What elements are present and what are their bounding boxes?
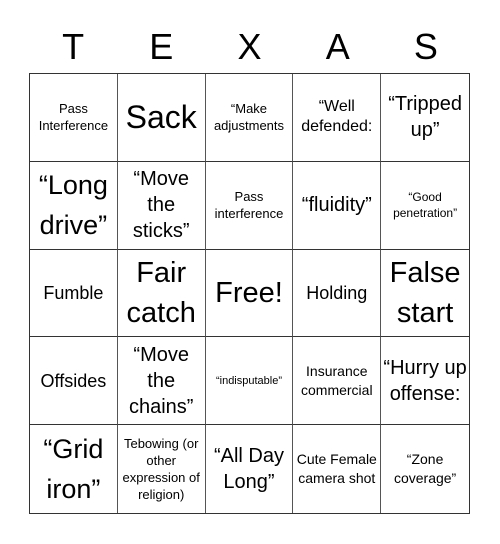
bingo-cell[interactable]: Offsides: [30, 337, 118, 426]
bingo-cell-text: “All Day Long”: [213, 445, 284, 494]
bingo-cell[interactable]: Insurance commercial: [293, 337, 382, 426]
bingo-cell[interactable]: “Zone coverage”: [381, 425, 469, 513]
bingo-cell-text: Insurance commercial: [301, 362, 373, 398]
bingo-cell-text: “Grid iron”: [43, 434, 104, 505]
bingo-cell[interactable]: Holding: [293, 249, 382, 338]
bingo-cell-text: Tebowing (or other expression of religio…: [122, 436, 200, 503]
bingo-cell[interactable]: Cute Female camera shot: [293, 425, 382, 513]
bingo-cell[interactable]: Pass Interference: [30, 74, 118, 162]
bingo-cell[interactable]: “Tripped up”: [381, 74, 469, 162]
bingo-cell[interactable]: “indisputable”: [205, 337, 294, 426]
bingo-cell-text: Fair catch: [126, 256, 196, 329]
bingo-cell-text: “Good penetration”: [393, 190, 458, 221]
bingo-cell-text: Holding: [306, 282, 368, 303]
bingo-cell-text: Pass interference: [214, 189, 284, 222]
bingo-cell-text: “Well defended:: [301, 98, 373, 136]
header-letter: X: [237, 26, 262, 67]
bingo-cell-text: Sack: [125, 99, 197, 136]
bingo-cell-text: Free!: [215, 276, 283, 309]
bingo-cell[interactable]: “Move the chains”: [117, 337, 206, 426]
bingo-cell[interactable]: “Move the sticks”: [117, 161, 206, 250]
bingo-cell[interactable]: “Grid iron”: [30, 425, 118, 513]
bingo-cell-text: “fluidity”: [301, 194, 372, 217]
bingo-cell[interactable]: Fumble: [30, 249, 118, 338]
bingo-cell-text: False start: [389, 256, 461, 329]
bingo-cell-text: “indisputable”: [215, 374, 283, 387]
header-letter: E: [149, 26, 174, 67]
bingo-cell-text: Offsides: [40, 370, 107, 391]
bingo-cell[interactable]: “Long drive”: [30, 161, 118, 250]
bingo-cell[interactable]: “fluidity”: [293, 161, 382, 250]
bingo-cell-text: “Hurry up offense:: [383, 356, 467, 405]
bingo-grid: Pass Interference Sack “Make adjustments “W…: [29, 73, 470, 514]
bingo-cell[interactable]: “Good penetration”: [381, 162, 469, 250]
bingo-cell[interactable]: False start: [381, 250, 469, 338]
bingo-cell[interactable]: “All Day Long”: [206, 425, 294, 513]
bingo-cell-text: “Tripped up”: [388, 93, 462, 142]
free-space-cell[interactable]: Free!: [205, 249, 294, 338]
bingo-cell-text: “Move the chains”: [128, 343, 194, 418]
bingo-cell[interactable]: Pass interference: [205, 161, 294, 250]
bingo-cell[interactable]: Tebowing (or other expression of religio…: [118, 425, 206, 513]
bingo-cell-text: Pass Interference: [38, 101, 109, 134]
header-letter: T: [62, 26, 85, 67]
bingo-cell[interactable]: “Make adjustments: [205, 74, 294, 162]
bingo-cell[interactable]: Fair catch: [117, 249, 206, 338]
bingo-cell-text: “Move the sticks”: [132, 168, 190, 243]
bingo-cell-text: Cute Female camera shot: [296, 451, 377, 487]
header-letter: A: [325, 26, 350, 67]
bingo-cell[interactable]: “Well defended:: [293, 74, 382, 162]
bingo-cell[interactable]: “Hurry up offense:: [381, 337, 469, 426]
bingo-cell-text: “Long drive”: [38, 170, 108, 241]
bingo-header: T E X A S: [29, 22, 470, 72]
bingo-cell-text: “Zone coverage”: [393, 451, 457, 487]
header-letter: S: [413, 26, 438, 67]
bingo-cell[interactable]: Sack: [117, 74, 206, 162]
bingo-cell-text: “Make adjustments: [213, 101, 285, 134]
bingo-cell-text: Fumble: [43, 282, 104, 303]
